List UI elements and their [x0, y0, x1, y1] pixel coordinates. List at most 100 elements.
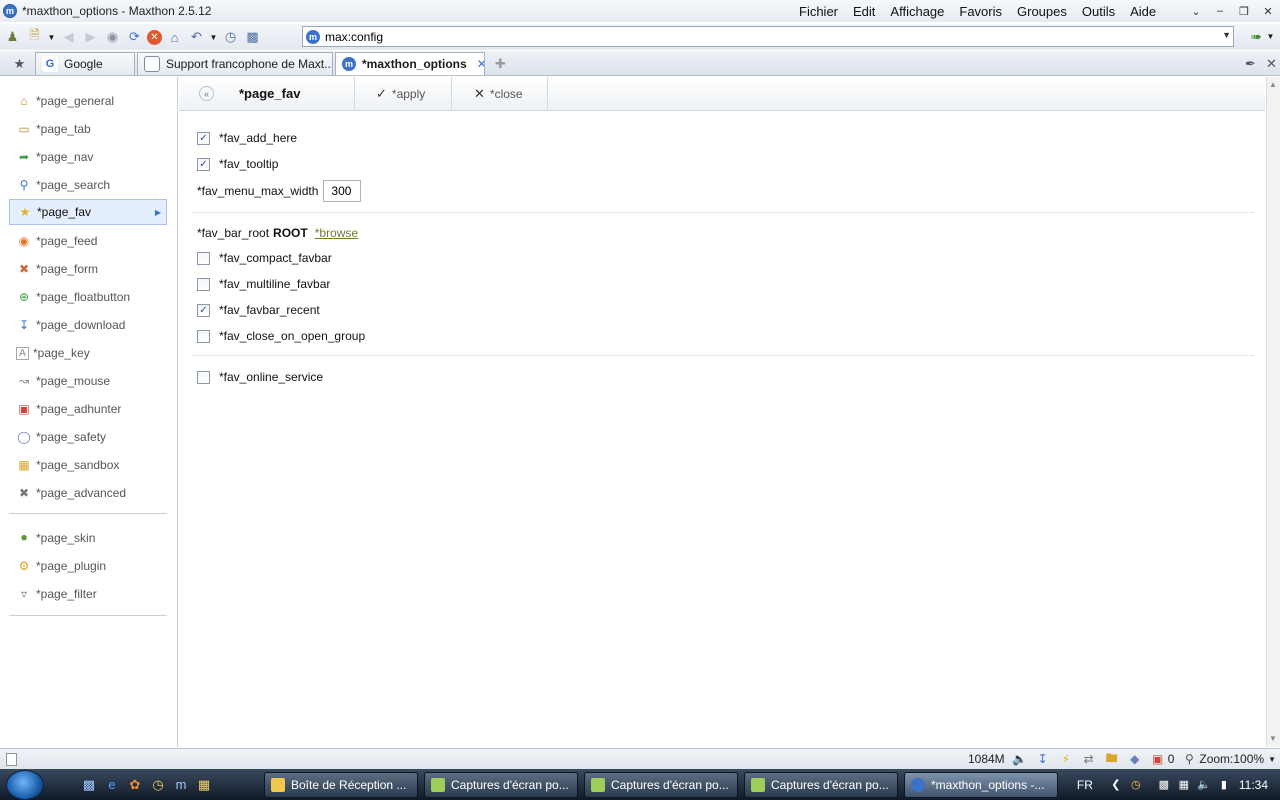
network-icon[interactable]: ▦: [1177, 778, 1191, 792]
new-tab-button[interactable]: ✚: [491, 54, 510, 73]
network-icon[interactable]: ◆: [1127, 751, 1143, 767]
dropdown-arrow-icon[interactable]: ▼: [47, 28, 56, 47]
zoom-icon[interactable]: ⚲: [1181, 751, 1197, 767]
language-indicator[interactable]: FR: [1077, 778, 1093, 792]
new-tab-icon[interactable]: 🗎: [25, 27, 44, 47]
sidebar-item-safety[interactable]: ◯ *page_safety: [9, 424, 167, 450]
sidebar-item-sandbox[interactable]: ▦ *page_sandbox: [9, 452, 167, 478]
sidebar-item-advanced[interactable]: ✖ *page_advanced: [9, 480, 167, 506]
forward-icon[interactable]: ▶: [81, 28, 100, 47]
sidebar-item-plugin[interactable]: ⚙ *page_plugin: [9, 553, 167, 579]
start-button[interactable]: [6, 769, 44, 800]
sidebar-item-key[interactable]: A *page_key: [9, 340, 167, 366]
taskbar-button-captures-3[interactable]: Captures d'écran po...: [744, 772, 898, 798]
zoom-level[interactable]: Zoom:100%: [1199, 752, 1264, 766]
option-fav-favbar-recent[interactable]: ✓ *fav_favbar_recent: [197, 303, 320, 317]
sidebar-item-mouse[interactable]: ↝ *page_mouse: [9, 368, 167, 394]
sidebar-item-feed[interactable]: ◉ *page_feed: [9, 228, 167, 254]
tab-maxthon-options[interactable]: m *maxthon_options ✕: [335, 52, 485, 75]
star-icon[interactable]: ★: [10, 54, 29, 73]
history-dropdown-icon[interactable]: ◉: [103, 28, 122, 47]
address-input[interactable]: [325, 29, 1205, 44]
close-window-button[interactable]: ✕: [1256, 1, 1280, 21]
restore-button[interactable]: ❐: [1232, 1, 1256, 21]
chevron-down-icon[interactable]: ⌄: [1184, 1, 1208, 21]
sidebar-item-form[interactable]: ✖ *page_form: [9, 256, 167, 282]
collapse-sidebar-icon[interactable]: «: [199, 86, 214, 101]
scroll-up-icon[interactable]: ▲: [1269, 80, 1277, 89]
checkbox-checked[interactable]: ✓: [197, 131, 210, 145]
chevron-down-icon[interactable]: ▼: [1268, 755, 1276, 764]
dropdown-arrow-icon[interactable]: ▼: [209, 28, 218, 47]
tab-google[interactable]: G Google: [35, 52, 135, 75]
taskbar-button-captures-1[interactable]: Captures d'écran po...: [424, 772, 578, 798]
folder-icon[interactable]: 🖿: [1104, 751, 1120, 767]
memory-usage[interactable]: 1084M: [968, 752, 1005, 766]
menu-max-width-input[interactable]: [323, 180, 362, 202]
taskbar-button-maxthon-options[interactable]: *maxthon_options -...: [904, 772, 1058, 798]
clock[interactable]: 11:34: [1239, 778, 1268, 792]
menu-fichier[interactable]: Fichier: [799, 4, 838, 19]
checkbox-unchecked[interactable]: [197, 251, 210, 265]
option-fav-close-on-open-group[interactable]: *fav_close_on_open_group: [197, 329, 365, 343]
checkbox-unchecked[interactable]: [197, 370, 210, 384]
sidebar-item-skin[interactable]: ⚫ *page_skin: [9, 525, 167, 551]
chevron-left-icon[interactable]: ❮: [1109, 778, 1123, 792]
vertical-scrollbar[interactable]: ▲ ▼: [1266, 77, 1280, 747]
menu-edit[interactable]: Edit: [853, 4, 875, 19]
sidebar-item-general[interactable]: ⌂ *page_general: [9, 88, 167, 114]
show-desktop-icon[interactable]: ▩: [80, 776, 98, 794]
option-fav-tooltip[interactable]: ✓ *fav_tooltip: [197, 157, 278, 171]
refresh-icon[interactable]: ⟳: [125, 28, 144, 47]
sidebar-item-download[interactable]: ↧ *page_download: [9, 312, 167, 338]
clock-app-icon[interactable]: ◷: [1129, 778, 1143, 792]
internet-explorer-icon[interactable]: e: [103, 776, 121, 794]
volume-icon[interactable]: 🔈: [1197, 778, 1211, 792]
scroll-down-icon[interactable]: ▼: [1269, 734, 1277, 743]
speaker-icon[interactable]: 🔈: [1012, 751, 1028, 767]
menu-aide[interactable]: Aide: [1130, 4, 1156, 19]
checkbox-checked[interactable]: ✓: [197, 157, 210, 171]
option-fav-compact-favbar[interactable]: *fav_compact_favbar: [197, 251, 332, 265]
menu-affichage[interactable]: Affichage: [890, 4, 944, 19]
maxthon-icon[interactable]: m: [3, 4, 17, 18]
user-profile-icon[interactable]: ♟: [3, 28, 22, 47]
lightning-icon[interactable]: ⚡: [1058, 751, 1074, 767]
dropdown-arrow-icon[interactable]: ▼: [1266, 27, 1275, 46]
taskbar-button-mail[interactable]: Boîte de Réception ...: [264, 772, 418, 798]
chevron-down-icon[interactable]: ▼: [1222, 30, 1231, 40]
menu-favoris[interactable]: Favoris: [959, 4, 1002, 19]
pin-icon[interactable]: ✒: [1241, 54, 1260, 73]
checkbox-unchecked[interactable]: [197, 329, 210, 343]
sidebar-item-nav[interactable]: ➦ *page_nav: [9, 144, 167, 170]
option-fav-multiline-favbar[interactable]: *fav_multiline_favbar: [197, 277, 330, 291]
go-button[interactable]: ➠: [1247, 27, 1266, 46]
screen-icon[interactable]: ▩: [243, 28, 262, 47]
menu-outils[interactable]: Outils: [1082, 4, 1115, 19]
close-tab-icon[interactable]: ✕: [1262, 54, 1280, 73]
sidebar-item-fav[interactable]: ★ *page_fav ▶: [9, 199, 167, 225]
checkbox-checked[interactable]: ✓: [197, 303, 210, 317]
browse-link[interactable]: *browse: [315, 226, 358, 240]
notepad-icon[interactable]: ▦: [195, 776, 213, 794]
maxthon-icon[interactable]: m: [172, 776, 190, 794]
firefox-icon[interactable]: ✿: [126, 776, 144, 794]
sidebar-item-filter[interactable]: ▿ *page_filter: [9, 581, 167, 607]
stop-icon[interactable]: ✕: [147, 29, 162, 45]
home-icon[interactable]: ⌂: [165, 28, 184, 47]
sync-icon[interactable]: ⇄: [1081, 751, 1097, 767]
option-fav-add-here[interactable]: ✓ *fav_add_here: [197, 131, 297, 145]
close-button[interactable]: ✕ *close: [474, 86, 523, 102]
checkbox-unchecked[interactable]: [197, 277, 210, 291]
sidebar-item-search[interactable]: ⚲ *page_search: [9, 172, 167, 198]
device-icon[interactable]: ▩: [1157, 778, 1171, 792]
option-fav-online-service[interactable]: *fav_online_service: [197, 370, 323, 384]
minimize-button[interactable]: –: [1208, 1, 1232, 21]
sidebar-item-floatbutton[interactable]: ⊕ *page_floatbutton: [9, 284, 167, 310]
close-icon[interactable]: ✕: [477, 57, 484, 71]
tab-support-francophone[interactable]: Support francophone de Maxt...: [137, 52, 333, 75]
clock-icon[interactable]: ◷: [221, 28, 240, 47]
back-icon[interactable]: ◀: [59, 28, 78, 47]
undo-close-icon[interactable]: ↶: [187, 28, 206, 47]
maxthon-quicklaunch-icon[interactable]: ◷: [149, 776, 167, 794]
